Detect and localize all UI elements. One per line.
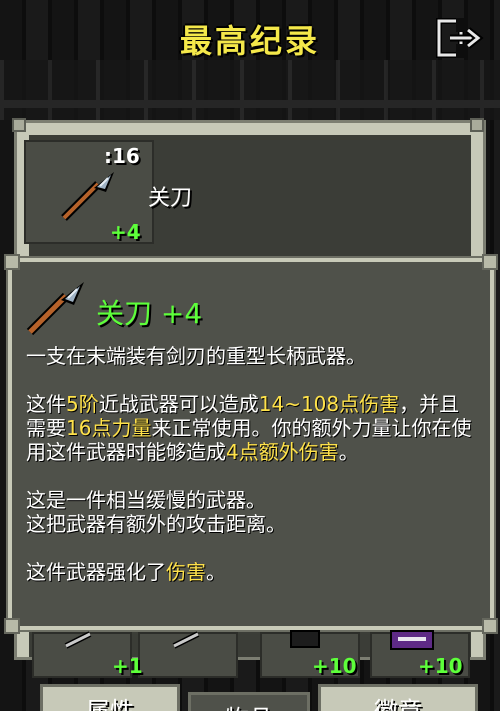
glaive-icon bbox=[26, 282, 84, 336]
reach-trait: 这把武器有额外的攻击距离。 bbox=[26, 512, 286, 536]
highlight-text: 4点额外伤害 bbox=[226, 440, 339, 464]
dart-icon bbox=[172, 631, 200, 649]
spellbook-icon bbox=[390, 630, 434, 650]
highlight-text: 5阶 bbox=[66, 392, 99, 416]
background-arches bbox=[0, 60, 500, 120]
highlight-text: 14~108点伤害 bbox=[258, 392, 400, 416]
highlight-text: 伤害 bbox=[166, 560, 206, 584]
tab-label: 物品 bbox=[191, 695, 307, 711]
slot-level: +10 bbox=[418, 654, 463, 678]
tooltip-corner bbox=[4, 618, 20, 634]
panel-corner bbox=[470, 118, 484, 132]
tab-label: 属性 bbox=[86, 697, 134, 711]
tab-label: 徽章 bbox=[374, 697, 422, 711]
weapon-traits: 这是一件相当缓慢的武器。 这把武器有额外的攻击距离。 bbox=[26, 488, 474, 536]
record-count: :16 bbox=[104, 144, 140, 168]
spellbook-page bbox=[398, 637, 426, 641]
tab-badges[interactable]: 徽章 bbox=[318, 684, 478, 711]
upgrade-text: 这件武器强化了伤害。 bbox=[26, 560, 474, 584]
plain-text: 。 bbox=[338, 440, 359, 464]
plain-text: 这件武器强化了 bbox=[26, 560, 166, 584]
record-name: 关刀 bbox=[148, 186, 193, 211]
slot-level: +10 bbox=[312, 654, 357, 678]
tooltip-title: 关刀 +4 bbox=[96, 297, 203, 330]
dart-icon bbox=[64, 631, 92, 649]
exit-door-icon bbox=[436, 18, 484, 58]
tab-stats[interactable]: 属性 bbox=[40, 684, 180, 711]
armor-icon bbox=[290, 630, 320, 648]
tooltip-corner bbox=[4, 254, 20, 270]
speed-trait: 这是一件相当缓慢的武器。 bbox=[26, 488, 266, 512]
plain-text: 近战武器可以造成 bbox=[98, 392, 259, 416]
exit-button[interactable] bbox=[436, 18, 484, 58]
panel-corner bbox=[12, 118, 26, 132]
slot-level: +1 bbox=[112, 654, 143, 678]
tooltip-description: 一支在末端装有剑刃的重型长柄武器。 这件5阶近战武器可以造成14~108点伤害，… bbox=[26, 344, 474, 608]
inventory-row: +1 +10 +10 bbox=[20, 630, 480, 682]
tooltip-corner bbox=[482, 254, 498, 270]
tooltip-corner bbox=[482, 618, 498, 634]
plain-text: 。 bbox=[206, 560, 226, 584]
background-ledge bbox=[0, 100, 500, 108]
weapon-stats-text: 这件5阶近战武器可以造成14~108点伤害，并且需要16点力量来正常使用。你的额… bbox=[26, 392, 474, 464]
weapon-description: 一支在末端装有剑刃的重型长柄武器。 bbox=[26, 344, 366, 368]
plain-text: 这件 bbox=[26, 392, 66, 416]
tab-items[interactable]: 物品 bbox=[188, 692, 310, 711]
record-level: +4 bbox=[110, 220, 141, 244]
inventory-slot[interactable] bbox=[138, 631, 238, 678]
highlight-text: 16点力量 bbox=[66, 416, 152, 440]
glaive-icon bbox=[61, 172, 114, 221]
page-title: 最高纪录 bbox=[179, 22, 320, 60]
